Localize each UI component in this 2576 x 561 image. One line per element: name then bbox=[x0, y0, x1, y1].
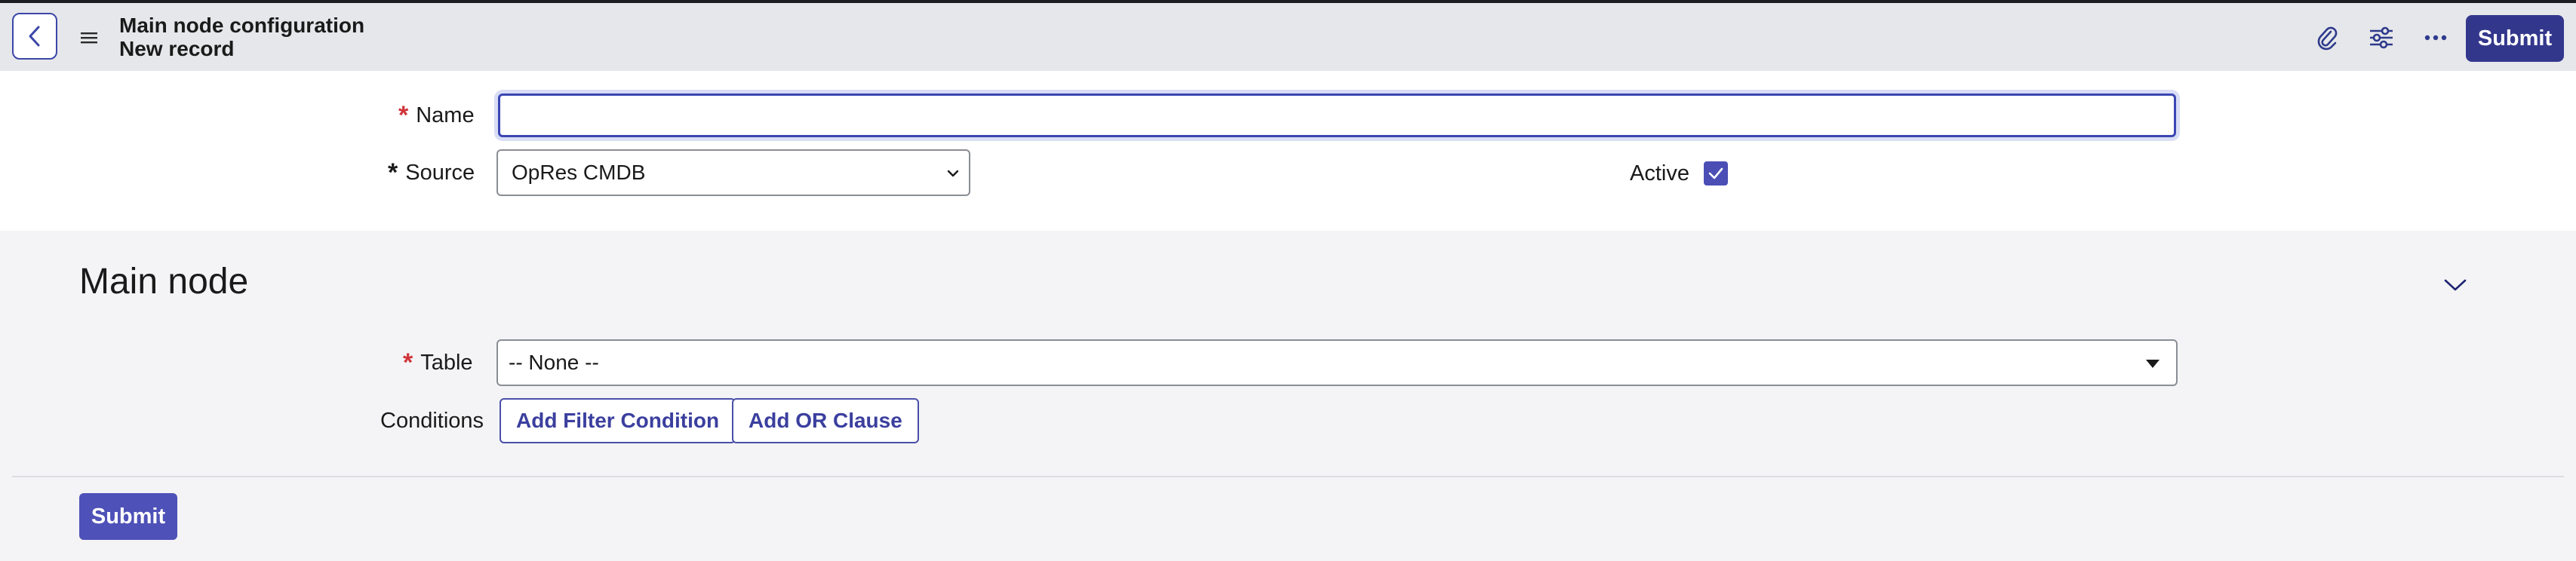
caret-down-icon bbox=[2146, 360, 2159, 368]
source-label: Source bbox=[405, 160, 475, 185]
source-selected-value: OpRes CMDB bbox=[512, 161, 646, 184]
paperclip-icon bbox=[2317, 26, 2338, 51]
main-node-section: Main node * Table -- None -- Conditions … bbox=[0, 231, 2576, 561]
submit-button-header[interactable]: Submit bbox=[2466, 15, 2564, 62]
active-checkbox[interactable] bbox=[1704, 161, 1728, 185]
submit-button-bottom[interactable]: Submit bbox=[79, 493, 177, 540]
personalize-button[interactable] bbox=[2363, 20, 2399, 56]
menu-button[interactable] bbox=[75, 24, 103, 51]
chevron-left-icon bbox=[29, 26, 40, 47]
divider bbox=[12, 476, 2564, 477]
hamburger-menu-icon bbox=[81, 32, 97, 44]
more-options-button[interactable] bbox=[2418, 20, 2454, 56]
form-header: Main node configuration New record Submi… bbox=[0, 3, 2576, 71]
chevron-down-icon bbox=[2444, 279, 2467, 291]
required-asterisk: * bbox=[398, 101, 409, 130]
section-collapse-button[interactable] bbox=[2439, 268, 2472, 302]
checkmark-icon bbox=[1708, 167, 1723, 179]
required-asterisk: * bbox=[403, 348, 413, 377]
record-title-block: Main node configuration New record bbox=[119, 14, 364, 60]
required-asterisk: * bbox=[388, 158, 398, 187]
add-filter-condition-button[interactable]: Add Filter Condition bbox=[500, 398, 736, 443]
active-label: Active bbox=[1630, 161, 1689, 185]
name-input[interactable] bbox=[498, 94, 2176, 137]
table-label-row: * Table bbox=[403, 350, 473, 376]
table-label: Table bbox=[420, 350, 473, 375]
name-label-row: * Name bbox=[398, 103, 475, 128]
table-selected-value: -- None -- bbox=[509, 351, 599, 374]
more-horizontal-icon bbox=[2424, 35, 2447, 41]
page-title: Main node configuration bbox=[119, 14, 365, 37]
back-button[interactable] bbox=[12, 13, 57, 60]
page: Main node configuration New record Submi… bbox=[0, 0, 2576, 561]
page-subtitle: New record bbox=[119, 37, 235, 60]
record-form: * Name * Source OpRes CMDB Active bbox=[0, 71, 2576, 231]
chevron-down-icon bbox=[947, 170, 959, 177]
sliders-icon bbox=[2370, 26, 2393, 49]
source-label-row: * Source bbox=[388, 160, 475, 185]
source-select[interactable]: OpRes CMDB bbox=[496, 149, 970, 196]
name-label: Name bbox=[416, 103, 475, 127]
add-or-clause-button[interactable]: Add OR Clause bbox=[732, 398, 919, 443]
attachment-button[interactable] bbox=[2309, 20, 2345, 56]
conditions-label: Conditions bbox=[380, 409, 484, 433]
section-title: Main node bbox=[79, 262, 249, 302]
table-select[interactable]: -- None -- bbox=[496, 339, 2178, 386]
